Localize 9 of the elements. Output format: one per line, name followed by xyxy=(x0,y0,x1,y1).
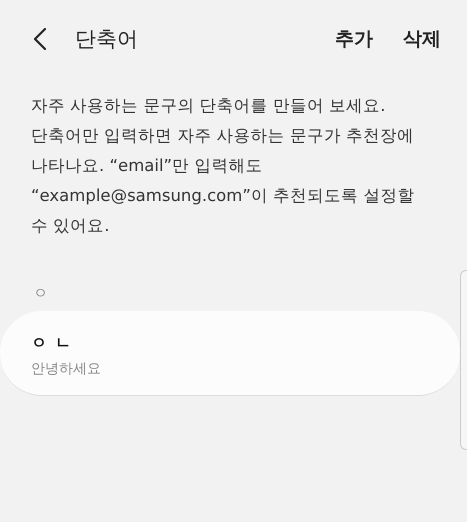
section-index-label: ㅇ xyxy=(32,283,49,304)
add-button[interactable]: 추가 xyxy=(335,26,373,52)
shortcut-card[interactable]: ㅇㄴ 안녕하세요 xyxy=(0,311,460,396)
delete-button[interactable]: 삭제 xyxy=(403,26,441,52)
phrase-text: 안녕하세요 xyxy=(31,360,102,378)
page-title: 단축어 xyxy=(75,26,138,53)
back-icon xyxy=(33,27,47,51)
description-text: 자주 사용하는 문구의 단축어를 만들어 보세요. 단축어만 입력하면 자주 사용하는 문구가 추천장에 나타나요. “email”만 입력해도 “example@samsung.com”이 추천되도록 설정할 수 있어요. xyxy=(31,95,416,237)
shortcut-text: ㅇㄴ xyxy=(31,333,80,354)
